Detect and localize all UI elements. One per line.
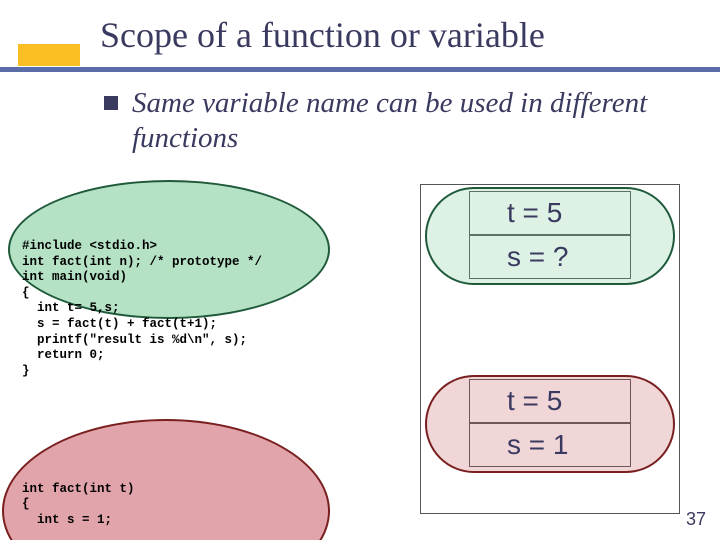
bullet-icon [104,96,118,110]
accent-rule [0,67,720,72]
bullet-row: Same variable name can be used in differ… [104,86,690,156]
main-t-label: t = 5 [507,197,562,229]
main-s-label: s = ? [507,241,568,273]
code-main-text: #include <stdio.h> int fact(int n); /* p… [22,239,332,380]
scope-diagram: t = 5 s = ? t = 5 s = 1 [420,184,680,514]
fact-s-label: s = 1 [507,429,568,461]
fact-t-label: t = 5 [507,385,562,417]
slide-title: Scope of a function or variable [100,14,545,56]
accent-square [18,44,80,66]
code-block-fact: int fact(int t) { int s = 1; while(t>1) … [12,427,342,540]
code-fact-text: int fact(int t) { int s = 1; while(t>1) … [22,482,332,540]
code-block-main: #include <stdio.h> int fact(int n); /* p… [12,184,342,419]
bullet-text: Same variable name can be used in differ… [132,86,690,156]
page-number: 37 [686,509,706,530]
slide: Scope of a function or variable Same var… [0,0,720,540]
code-area: #include <stdio.h> int fact(int n); /* p… [12,184,342,540]
